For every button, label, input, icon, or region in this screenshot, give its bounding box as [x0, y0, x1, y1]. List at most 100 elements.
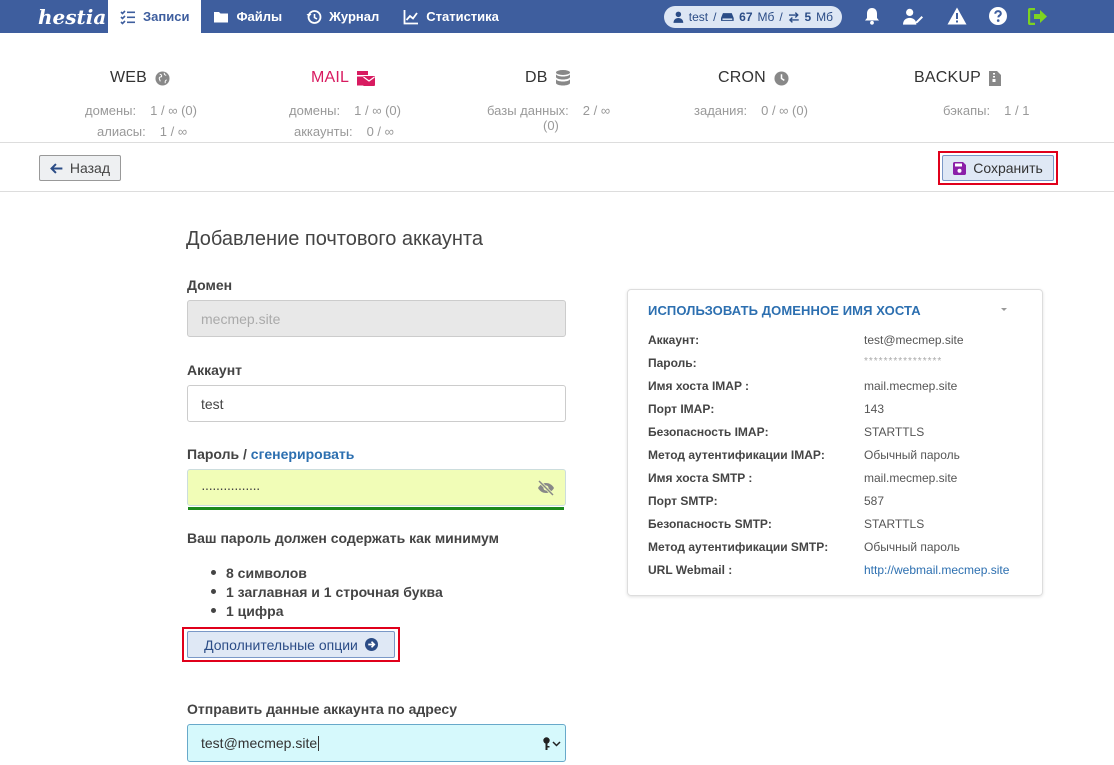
back-button-label: Назад — [69, 160, 110, 176]
nav-log-label: Журнал — [329, 9, 380, 24]
domain-input[interactable]: mecmep.site — [187, 300, 566, 337]
password-value: ················ — [201, 479, 261, 496]
nav-log[interactable]: Журнал — [294, 0, 391, 33]
back-button[interactable]: Назад — [39, 155, 121, 181]
hostname-toggle[interactable]: ИСПОЛЬЗОВАТЬ ДОМЕННОЕ ИМЯ ХОСТА — [648, 303, 921, 318]
setting-value: 143 — [864, 402, 885, 416]
logout-icon[interactable] — [1028, 6, 1048, 26]
password-strength-bar — [188, 507, 564, 510]
stat-cron[interactable]: CRON — [718, 69, 789, 87]
password-label: Пароль / сгенерировать — [187, 446, 354, 462]
setting-value: STARTTLS — [864, 425, 925, 439]
notifications-icon[interactable] — [862, 6, 882, 26]
file-archive-icon — [989, 70, 1001, 86]
stat-mail[interactable]: MAIL — [311, 69, 376, 87]
setting-key: Пароль: — [648, 356, 697, 370]
setting-key: Порт SMTP: — [648, 494, 718, 508]
save-button-label: Сохранить — [973, 160, 1043, 176]
stat-backup-title: BACKUP — [914, 69, 981, 86]
password-label-text: Пароль / — [187, 446, 247, 462]
stat-mail-row: домены: 1 / ∞ (0) — [289, 103, 401, 118]
bandwidth-unit: Мб — [816, 10, 833, 24]
table-row: Порт IMAP: 143 — [648, 402, 1028, 418]
setting-value: mail.mecmep.site — [864, 379, 958, 393]
setting-value: STARTTLS — [864, 517, 925, 531]
warning-icon[interactable] — [947, 6, 967, 26]
stat-db-row: базы данных: 2 / ∞ — [487, 103, 611, 118]
user-usage-pill[interactable]: test / 67 Мб / 5 Мб — [664, 6, 842, 28]
stat-db[interactable]: DB — [525, 69, 570, 87]
user-icon — [673, 11, 684, 23]
password-requirements-list: 8 символов 1 заглавная и 1 строчная букв… — [211, 563, 443, 620]
stat-cron-row: задания: 0 / ∞ (0) — [694, 103, 808, 118]
send-to-value: test@mecmep.site — [201, 735, 318, 751]
caret-down-icon[interactable] — [1001, 308, 1007, 311]
arrow-left-icon — [50, 162, 63, 174]
send-to-label: Отправить данные аккаунта по адресу — [187, 701, 457, 717]
stat-cron-title: CRON — [718, 69, 766, 86]
user-edit-icon[interactable] — [903, 6, 923, 26]
table-row: Пароль: **************** — [648, 356, 1028, 372]
stat-web-title: WEB — [110, 69, 148, 86]
table-row: Безопасность IMAP: STARTTLS — [648, 425, 1028, 441]
circle-arrow-right-icon — [364, 638, 378, 651]
table-row: Аккаунт: test@mecmep.site — [648, 333, 1028, 349]
clock-icon — [774, 70, 789, 86]
nav-records-label: Записи — [143, 9, 190, 24]
folder-icon — [214, 11, 229, 22]
mail-settings-panel: ИСПОЛЬЗОВАТЬ ДОМЕННОЕ ИМЯ ХОСТА Аккаунт:… — [627, 289, 1043, 596]
user-sep: / — [713, 10, 717, 24]
setting-value: Обычный пароль — [864, 540, 960, 554]
globe-icon — [155, 70, 170, 86]
help-icon[interactable] — [988, 6, 1008, 26]
account-input[interactable]: test — [187, 385, 566, 422]
nav-files[interactable]: Файлы — [201, 0, 294, 33]
key-icon — [543, 737, 550, 750]
save-button[interactable]: Сохранить — [942, 155, 1054, 181]
table-row: URL Webmail : http://webmail.mecmep.site — [648, 563, 1028, 579]
stat-mail-title: MAIL — [311, 69, 350, 86]
webmail-link[interactable]: http://webmail.mecmep.site — [864, 563, 1009, 577]
setting-value: Обычный пароль — [864, 448, 960, 462]
table-row: Имя хоста SMTP : mail.mecmep.site — [648, 471, 1028, 487]
stat-backup[interactable]: BACKUP — [914, 69, 1001, 87]
advanced-options-button[interactable]: Дополнительные опции — [187, 631, 395, 658]
divider — [0, 142, 1114, 143]
setting-key: Имя хоста IMAP : — [648, 379, 750, 393]
database-icon — [555, 70, 570, 86]
setting-key: Метод аутентификации SMTP: — [648, 540, 829, 554]
setting-value: mail.mecmep.site — [864, 471, 958, 485]
table-row: Порт SMTP: 587 — [648, 494, 1028, 510]
history-icon — [306, 9, 322, 24]
stat-web-row: домены: 1 / ∞ (0) — [85, 103, 197, 118]
password-input[interactable]: ················ — [187, 469, 566, 506]
disk-usage-unit: Мб — [757, 10, 775, 24]
advanced-options-label: Дополнительные опции — [204, 636, 358, 653]
generate-password-link[interactable]: сгенерировать — [251, 446, 355, 462]
domain-label: Домен — [187, 277, 233, 293]
setting-key: Безопасность SMTP: — [648, 517, 772, 531]
eye-slash-icon[interactable] — [537, 480, 555, 496]
nav-records[interactable]: Записи — [108, 0, 202, 33]
stat-web[interactable]: WEB — [110, 69, 170, 87]
chart-line-icon — [403, 9, 419, 24]
send-to-select[interactable]: test@mecmep.site — [187, 724, 566, 762]
setting-key: Имя хоста SMTP : — [648, 471, 753, 485]
page-title: Добавление почтового аккаунта — [186, 228, 483, 250]
save-icon — [953, 161, 967, 175]
table-row: Метод аутентификации SMTP: Обычный пароль — [648, 540, 1028, 556]
list-item: 1 заглавная и 1 строчная буква — [211, 582, 443, 601]
setting-key: Метод аутентификации IMAP: — [648, 448, 825, 462]
nav-stats[interactable]: Статистика — [391, 0, 511, 33]
setting-key: Аккаунт: — [648, 333, 700, 347]
stat-db-title: DB — [525, 69, 548, 86]
table-row: Имя хоста IMAP : mail.mecmep.site — [648, 379, 1028, 395]
hard-drive-icon — [721, 13, 735, 21]
chevron-down-icon — [552, 741, 561, 747]
account-label: Аккаунт — [187, 362, 243, 378]
nav-stats-label: Статистика — [426, 9, 499, 24]
table-row: Безопасность SMTP: STARTTLS — [648, 517, 1028, 533]
nav-files-label: Файлы — [236, 9, 283, 24]
hestia-logo[interactable]: hestia — [0, 0, 108, 33]
exchange-icon — [788, 11, 799, 23]
